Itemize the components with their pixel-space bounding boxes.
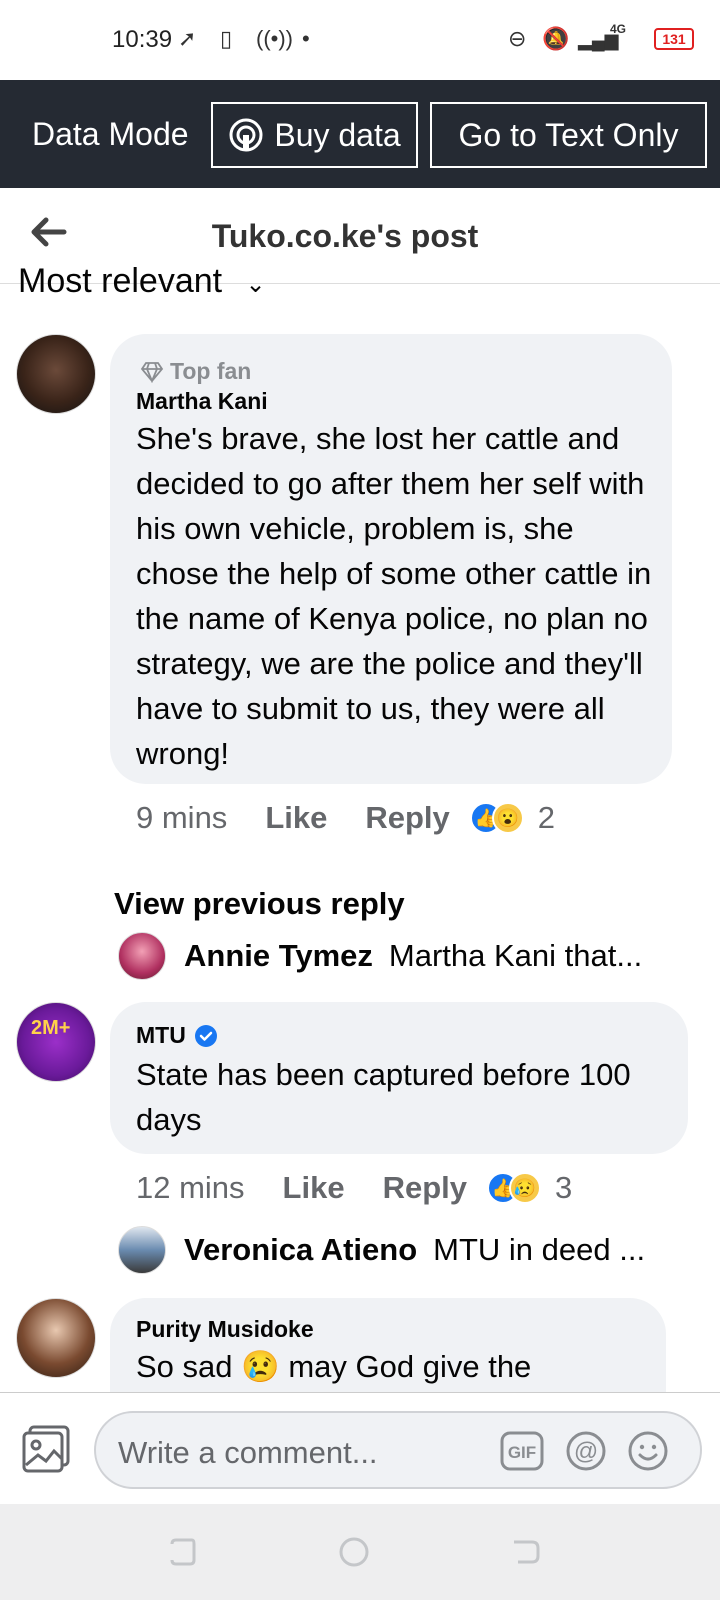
- chevron-down-icon: ⌄: [245, 271, 266, 298]
- text-only-label: Go to Text Only: [458, 116, 679, 153]
- text-only-button[interactable]: Go to Text Only: [430, 102, 707, 168]
- dot-icon: •: [302, 26, 310, 51]
- reply-preview[interactable]: Annie Tymez Martha Kani that...: [118, 932, 642, 980]
- comment-text: She's brave, she lost her cattle and dec…: [136, 421, 652, 771]
- sort-dropdown[interactable]: Most relevant ⌄: [18, 262, 266, 298]
- like-button[interactable]: Like: [283, 1170, 345, 1206]
- network-type: 4G: [610, 22, 627, 36]
- comment-text: So sad 😢 may God give the: [136, 1349, 532, 1384]
- data-mode-label: Data Mode: [32, 116, 189, 152]
- reply-button[interactable]: Reply: [365, 800, 449, 836]
- emoji-icon[interactable]: [626, 1431, 670, 1471]
- page-title: Tuko.co.ke's post: [211, 218, 479, 254]
- reactions[interactable]: 👍 😥 3: [487, 1170, 572, 1206]
- hotspot-icon: ((•)): [256, 26, 294, 51]
- reaction-count: 3: [555, 1170, 573, 1205]
- reply-text: MTU in deed ...: [433, 1232, 646, 1267]
- comment-time: 12 mins: [136, 1170, 245, 1205]
- data-mode-bar: Data Mode Buy data Go to Text Only: [0, 80, 720, 188]
- comment-actions: 12 mins Like Reply 👍 😥 3: [136, 1170, 572, 1206]
- reaction-count: 2: [537, 800, 556, 835]
- comment-author[interactable]: Martha Kani: [136, 388, 268, 415]
- mention-icon[interactable]: @: [564, 1431, 608, 1471]
- comment-actions: 9 mins Like Reply 👍 😮 2: [136, 800, 555, 836]
- system-nav-bar: [0, 1504, 720, 1600]
- battery-icon: 131: [654, 28, 694, 50]
- comment-text: State has been captured before 100 days: [136, 1057, 631, 1137]
- view-previous-reply[interactable]: View previous reply: [114, 886, 405, 922]
- reply-text: Martha Kani that...: [388, 938, 643, 973]
- diamond-icon: [140, 361, 164, 383]
- comment-time: 9 mins: [136, 800, 228, 835]
- app-notification-icon: ➚: [178, 26, 197, 51]
- buy-data-label: Buy data: [274, 116, 401, 153]
- comment-placeholder: Write a comment...: [118, 1435, 378, 1470]
- status-time: 10:39: [112, 26, 173, 53]
- sort-label: Most relevant: [18, 262, 223, 298]
- top-fan-badge: Top fan: [140, 358, 251, 385]
- photo-icon[interactable]: [20, 1423, 72, 1475]
- wow-icon: 😮: [491, 802, 524, 834]
- avatar: [118, 932, 166, 980]
- comment-partial: Purity Musidoke So sad 😢 may God give th…: [0, 1296, 720, 1392]
- status-bar: 10:39 ➚ ▯ ((•)) • ⊖ 🔕 ▂▄▆ 4G 131: [0, 0, 720, 80]
- comment-author[interactable]: MTU: [136, 1022, 186, 1049]
- back-nav-icon[interactable]: [510, 1536, 542, 1568]
- reply-author: Veronica Atieno: [184, 1232, 418, 1267]
- home-icon[interactable]: [338, 1536, 370, 1568]
- comment-input[interactable]: Write a comment... GIF @: [94, 1411, 702, 1489]
- avatar[interactable]: 2M+: [16, 1002, 96, 1082]
- gif-icon[interactable]: GIF: [500, 1431, 544, 1471]
- comment-author[interactable]: Purity Musidoke: [136, 1316, 314, 1343]
- avatar[interactable]: [16, 334, 96, 414]
- buy-data-button[interactable]: Buy data: [211, 102, 418, 168]
- reactions[interactable]: 👍 😮 2: [469, 800, 556, 836]
- avatar: [118, 1226, 166, 1274]
- avatar[interactable]: [16, 1298, 96, 1378]
- comment-author-row: MTU: [136, 1022, 218, 1049]
- battery-saver-icon: ▯: [220, 26, 233, 51]
- do-not-disturb-icon: ⊖: [508, 26, 527, 51]
- like-button[interactable]: Like: [265, 800, 327, 836]
- reply-preview[interactable]: Veronica Atieno MTU in deed ...: [118, 1226, 645, 1274]
- verified-badge-icon: [194, 1024, 217, 1047]
- mute-icon: 🔕: [542, 26, 570, 51]
- svg-text:GIF: GIF: [508, 1443, 536, 1462]
- reply-author: Annie Tymez: [184, 938, 373, 973]
- sad-icon: 😥: [509, 1172, 541, 1204]
- broadcast-icon: [229, 118, 263, 152]
- svg-text:@: @: [574, 1438, 598, 1465]
- comment-composer: Write a comment... GIF @: [0, 1392, 720, 1504]
- reply-button[interactable]: Reply: [383, 1170, 467, 1206]
- recents-icon[interactable]: [166, 1536, 198, 1568]
